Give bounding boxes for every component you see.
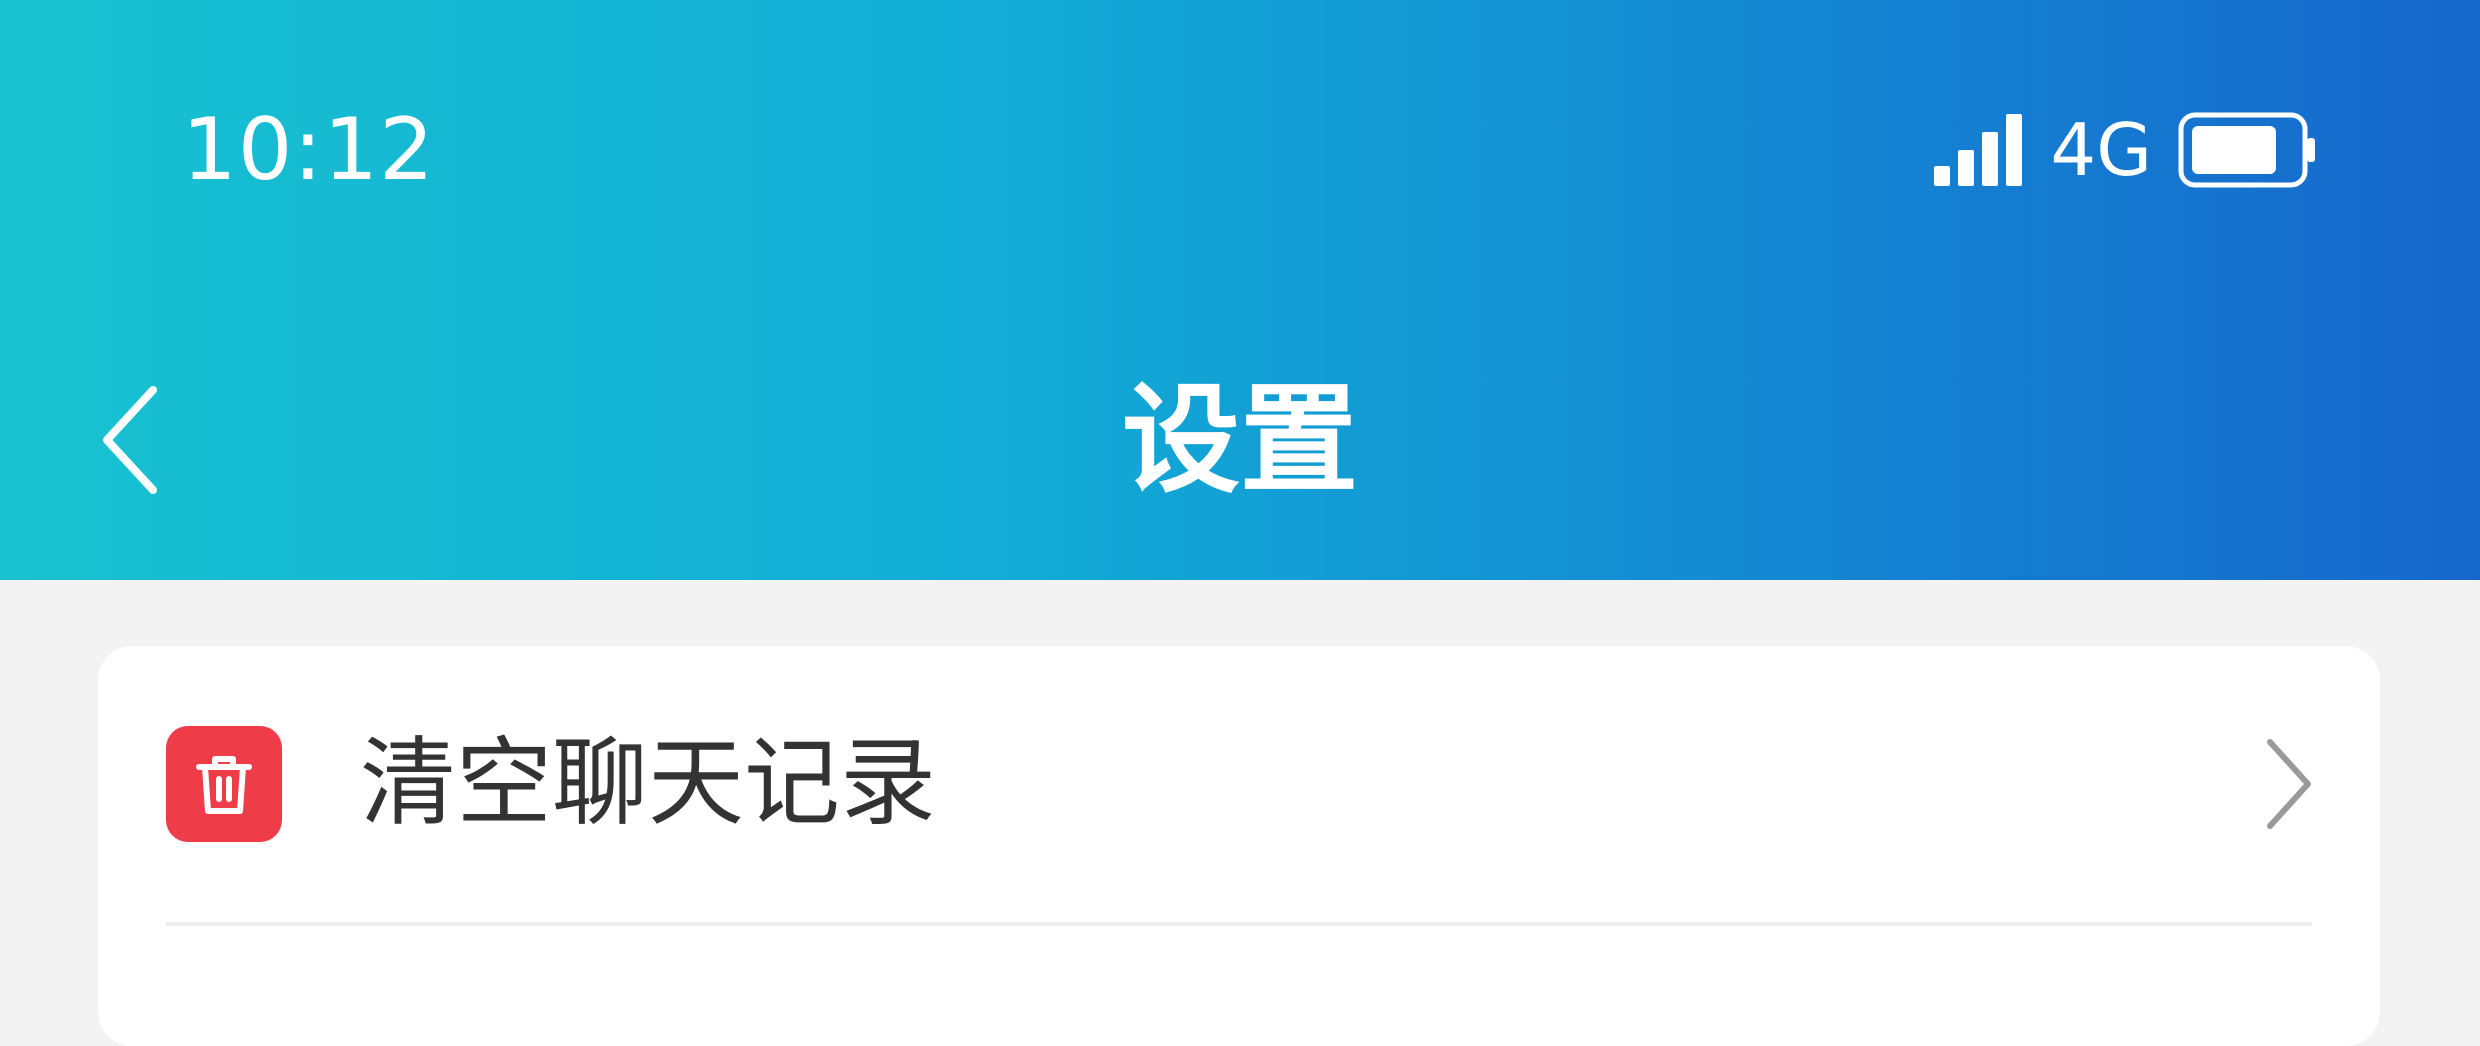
clear-chat-history-label: 清空聊天记录 — [360, 727, 936, 839]
clear-chat-history-item[interactable]: 清空聊天记录 — [98, 646, 2380, 914]
row-divider — [166, 922, 2312, 926]
status-time: 10:12 — [182, 100, 435, 200]
app-header: 10:12 4G 设置 — [0, 0, 2480, 580]
settings-card: 清空聊天记录 — [98, 646, 2380, 1046]
trash-icon — [166, 726, 282, 842]
network-type-label: 4G — [2050, 108, 2152, 192]
battery-icon — [2178, 112, 2315, 188]
status-indicators: 4G — [1934, 95, 2318, 205]
chevron-right-icon — [2258, 734, 2318, 834]
signal-bars-icon — [1934, 114, 2023, 186]
page-title: 设置 — [1121, 371, 1358, 509]
